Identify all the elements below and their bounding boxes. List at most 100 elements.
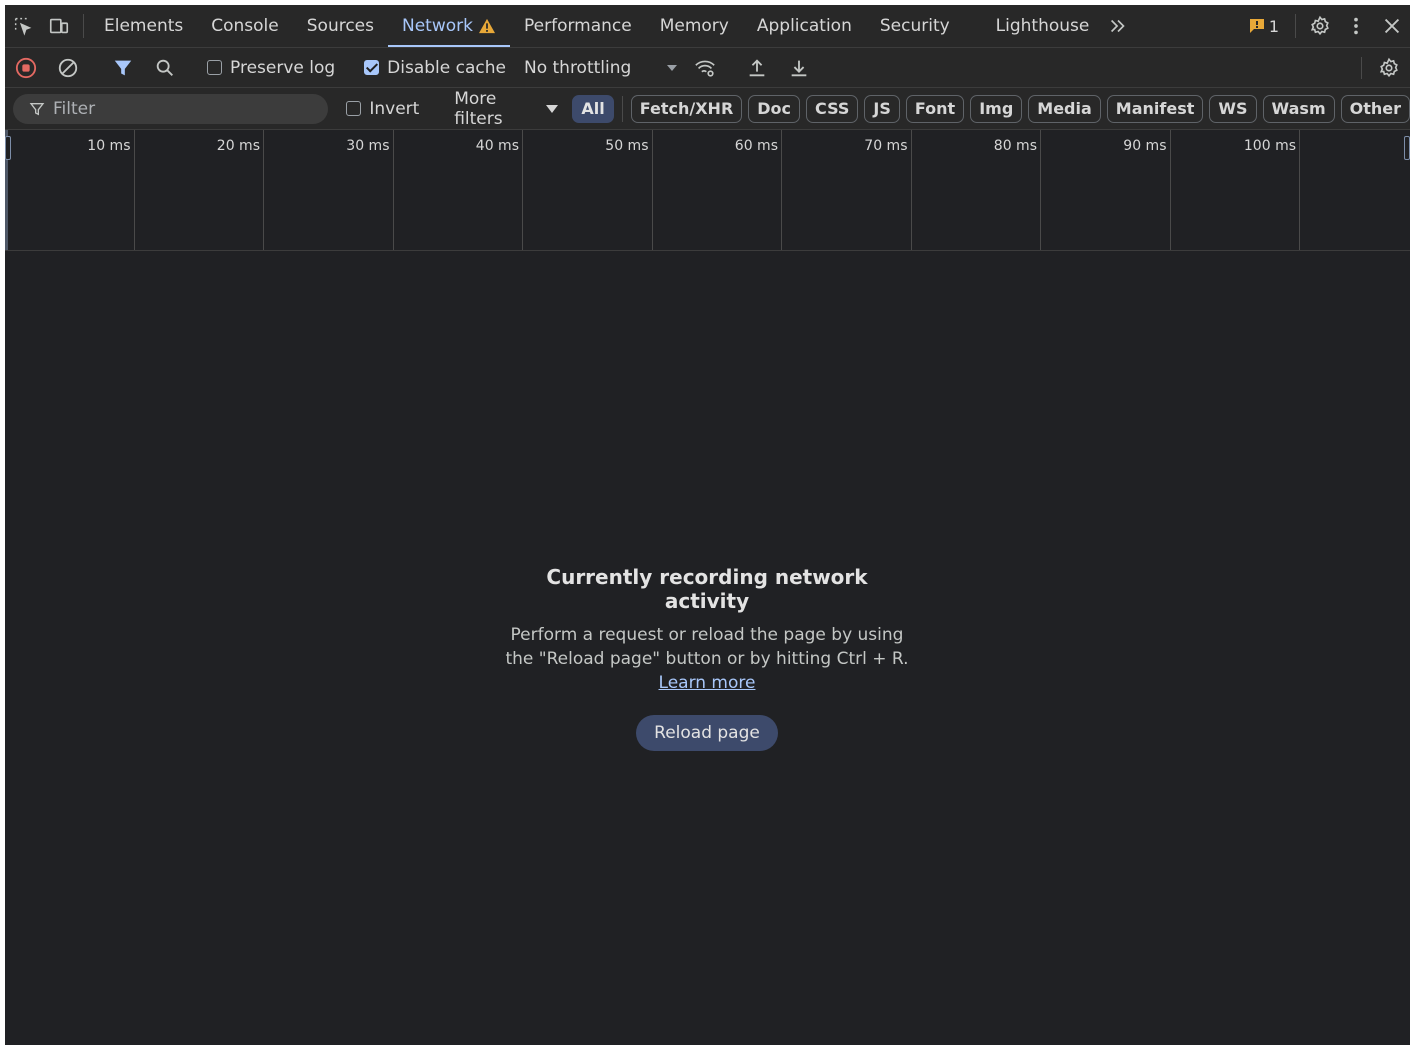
filter-chip-wasm[interactable]: Wasm xyxy=(1262,94,1335,123)
filter-chip-other[interactable]: Other xyxy=(1340,94,1410,123)
filter-input[interactable]: Filter xyxy=(13,93,329,124)
checkbox-box xyxy=(207,60,222,75)
chevron-double-right-icon[interactable] xyxy=(1103,5,1133,47)
timeline-tick: 30 ms xyxy=(264,130,394,250)
disable-cache-checkbox[interactable]: Disable cache xyxy=(356,58,514,78)
filter-chip-all[interactable]: All xyxy=(572,94,614,123)
tab-sources[interactable]: Sources xyxy=(293,5,388,47)
gear-icon xyxy=(1379,57,1398,77)
tab-elements[interactable]: Elements xyxy=(90,5,197,47)
wifi-settings-icon xyxy=(695,60,716,77)
search-icon xyxy=(156,59,173,76)
issues-counter[interactable]: 1 xyxy=(1239,5,1289,47)
filter-chip-img[interactable]: Img xyxy=(970,94,1023,123)
reload-page-button[interactable]: Reload page xyxy=(636,715,778,751)
timeline-tick: 20 ms xyxy=(135,130,264,250)
tabbar-actions: 1 xyxy=(1239,5,1410,47)
preserve-log-label: Preserve log xyxy=(230,57,336,78)
timeline-overview[interactable]: 110100 ms 90 ms 80 ms 70 ms 60 ms 50 ms 40 ms 3… xyxy=(5,130,1410,251)
warning-icon xyxy=(478,18,495,34)
caret-down-icon xyxy=(546,104,559,113)
timeline-tick: 70 ms xyxy=(782,130,912,250)
import-har-button[interactable] xyxy=(736,48,778,88)
chevron-down-icon xyxy=(667,64,678,71)
tab-label: Security xyxy=(879,16,950,36)
learn-more-link[interactable]: Learn more xyxy=(659,673,756,693)
kebab-menu-icon[interactable] xyxy=(1338,5,1374,47)
timeline-tick-label: 40 ms xyxy=(475,138,519,154)
checkbox-box-checked xyxy=(364,60,380,75)
tab-label: Elements xyxy=(104,16,184,36)
tab-security[interactable]: Security xyxy=(866,5,964,47)
invert-label: Invert xyxy=(369,98,420,119)
empty-state-message: Perform a request or reload the page by … xyxy=(505,623,909,695)
upload-icon xyxy=(749,58,765,76)
timeline-tick-label: 10 ms xyxy=(87,138,131,154)
timeline-tick: 100 ms xyxy=(1171,130,1300,250)
resource-type-filters: All Fetch/XHR Doc CSS JS Font Img Media Manifest… xyxy=(572,94,1410,123)
network-conditions-button[interactable] xyxy=(687,48,723,88)
timeline-tick-label: 30 ms xyxy=(346,138,390,154)
timeline-right-handle[interactable] xyxy=(1404,136,1410,160)
filter-toggle-button[interactable] xyxy=(102,48,144,88)
tab-label: Sources xyxy=(306,16,374,36)
filter-chip-css[interactable]: CSS xyxy=(806,94,859,123)
timeline-tick: 80 ms xyxy=(912,130,1041,250)
network-toolbar: Preserve log Disable cache No throttling xyxy=(5,48,1410,88)
tab-label: Network xyxy=(402,16,473,36)
inspect-element-icon[interactable] xyxy=(5,5,41,47)
timeline-tick: 50 ms xyxy=(523,130,653,250)
empty-state-text: Perform a request or reload the page by … xyxy=(505,625,909,669)
filter-chip-media[interactable]: Media xyxy=(1028,94,1101,123)
device-toolbar-icon[interactable] xyxy=(41,5,77,47)
timeline-tick-label: 90 ms xyxy=(1123,138,1167,154)
timeline-tick-label: 70 ms xyxy=(864,138,908,154)
search-button[interactable] xyxy=(144,48,186,88)
tab-lighthouse[interactable]: Lighthouse xyxy=(964,5,1104,47)
record-button[interactable] xyxy=(5,48,47,88)
timeline-tick: 60 ms xyxy=(653,130,782,250)
throttling-value: No throttling xyxy=(523,57,632,78)
timeline-tick-label: 80 ms xyxy=(993,138,1037,154)
filter-placeholder: Filter xyxy=(53,98,96,119)
issue-flag-icon xyxy=(1249,19,1264,33)
gear-icon[interactable] xyxy=(1302,5,1338,47)
toolbar-right xyxy=(1355,48,1410,88)
tab-console[interactable]: Console xyxy=(197,5,293,47)
divider xyxy=(1361,56,1362,79)
timeline-left-handle[interactable] xyxy=(5,136,11,160)
devtools-tabbar: Elements Console Sources Network Perform… xyxy=(5,5,1410,48)
empty-state: Currently recording network activity Per… xyxy=(505,565,909,751)
invert-checkbox[interactable]: Invert xyxy=(338,99,427,119)
issues-count: 1 xyxy=(1268,16,1279,36)
tab-memory[interactable]: Memory xyxy=(646,5,743,47)
timeline-tick-label: 60 ms xyxy=(734,138,778,154)
more-filters-dropdown[interactable]: More filters xyxy=(440,89,572,129)
timeline-tick-label: 20 ms xyxy=(216,138,260,154)
devtools-panel: Elements Console Sources Network Perform… xyxy=(5,5,1410,1045)
filter-chip-font[interactable]: Font xyxy=(905,94,965,123)
export-har-button[interactable] xyxy=(778,48,820,88)
throttling-select[interactable]: No throttling xyxy=(514,58,687,78)
clear-icon xyxy=(58,58,78,77)
more-filters-label: More filters xyxy=(454,88,503,129)
clear-button[interactable] xyxy=(47,48,89,88)
tab-label: Console xyxy=(211,16,279,36)
divider xyxy=(83,14,84,38)
tab-performance[interactable]: Performance xyxy=(510,5,646,47)
network-settings-button[interactable] xyxy=(1368,48,1410,88)
tab-label: Memory xyxy=(659,16,729,36)
tab-network[interactable]: Network xyxy=(388,5,510,47)
timeline-tick-label: 50 ms xyxy=(605,138,649,154)
close-icon[interactable] xyxy=(1374,5,1410,47)
timeline-tick-label: 100 ms xyxy=(1243,138,1296,154)
filter-bar: Filter Invert More filters All Fetch/XHR D… xyxy=(5,88,1410,130)
filter-chip-fetch-xhr[interactable]: Fetch/XHR xyxy=(630,94,743,123)
filter-chip-ws[interactable]: WS xyxy=(1209,94,1257,123)
preserve-log-checkbox[interactable]: Preserve log xyxy=(199,58,343,78)
filter-chip-manifest[interactable]: Manifest xyxy=(1106,94,1204,123)
tab-application[interactable]: Application xyxy=(743,5,866,47)
filter-chip-doc[interactable]: Doc xyxy=(748,94,801,123)
divider xyxy=(1295,14,1296,38)
filter-chip-js[interactable]: JS xyxy=(864,94,900,123)
